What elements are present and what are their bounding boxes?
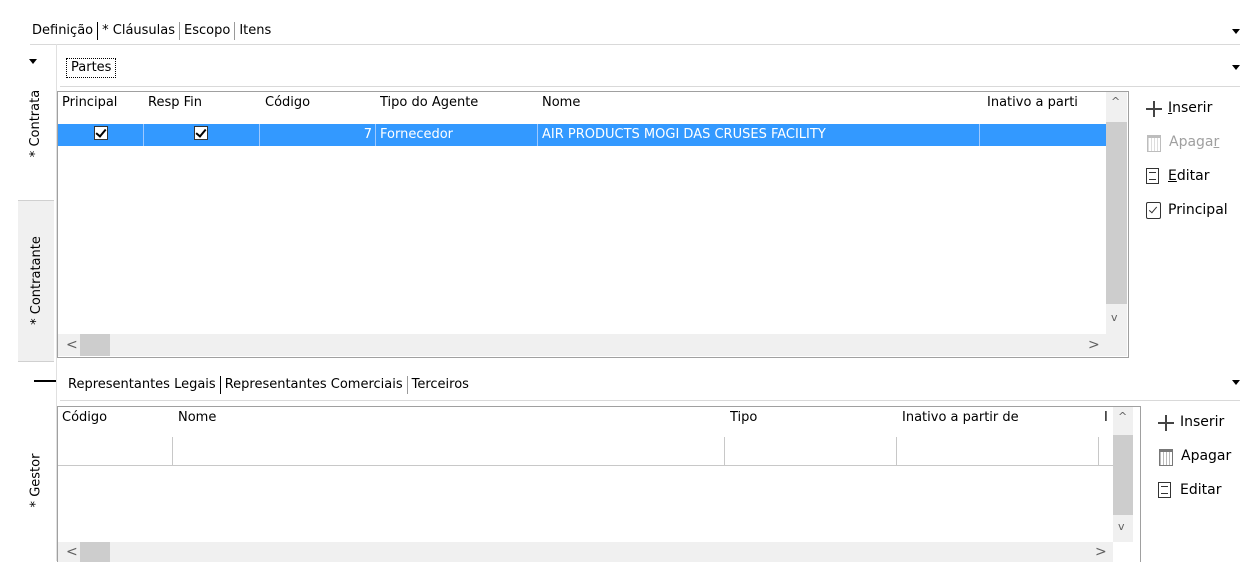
partes-grid-header: Principal Resp Fin Código Tipo do Agente…: [58, 92, 1106, 114]
representantes-vertical-scrollbar[interactable]: ^ v: [1113, 407, 1133, 542]
col-principal[interactable]: Principal: [62, 92, 142, 114]
col-resp-fin[interactable]: Resp Fin: [148, 92, 228, 114]
side-tab-gestor-label: * Gestor: [28, 453, 44, 507]
row-divider: [896, 437, 897, 465]
editar-label: ditar: [1176, 168, 1210, 184]
representantes-actions: Inserir Apagar Editar: [1156, 411, 1231, 513]
col-rep-inativo[interactable]: Inativo a partir de: [902, 407, 1082, 429]
table-row[interactable]: 7 Fornecedor AIR PRODUCTS MOGI DAS CRUSE…: [58, 124, 1106, 146]
rep-inserir-label: Inserir: [1180, 414, 1225, 430]
partes-tab-divider: [60, 86, 1240, 87]
rep-inserir-button[interactable]: Inserir: [1156, 411, 1231, 433]
scroll-down-icon[interactable]: v: [1111, 312, 1118, 324]
representantes-dropdown-icon[interactable]: [1232, 380, 1240, 385]
tab-definicao[interactable]: Definição: [30, 22, 99, 40]
cell-codigo: 7: [260, 124, 376, 146]
inserir-label: nserir: [1172, 100, 1213, 116]
col-tipo-agente[interactable]: Tipo do Agente: [380, 92, 530, 114]
partes-horizontal-scrollbar[interactable]: < >: [58, 334, 1106, 356]
tab-itens[interactable]: Itens: [234, 22, 275, 40]
inserir-button[interactable]: Inserir: [1144, 97, 1228, 119]
row-divider: [724, 437, 725, 465]
edit-document-icon: [1146, 168, 1159, 184]
apagar-button[interactable]: Apagar: [1144, 131, 1228, 153]
representantes-tab-strip: Representantes Legais Representantes Com…: [66, 374, 473, 396]
scroll-right-icon[interactable]: >: [1088, 338, 1100, 352]
side-tab-contratante[interactable]: * Contratante: [18, 205, 54, 355]
trash-icon: [1147, 134, 1161, 152]
tab-representantes-legais[interactable]: Representantes Legais: [66, 376, 221, 394]
rep-apagar-label: Apagar: [1181, 448, 1232, 464]
table-row[interactable]: [58, 437, 1113, 466]
tab-terceiros[interactable]: Terceiros: [406, 376, 473, 394]
plus-icon: [1144, 99, 1164, 117]
side-tab-gestor[interactable]: * Gestor: [18, 430, 54, 530]
representantes-grid-header: Código Nome Tipo Inativo a partir de I: [58, 407, 1118, 429]
partes-actions: Inserir Apagar Editar Principal: [1144, 97, 1228, 233]
col-codigo[interactable]: Código: [265, 92, 365, 114]
cell-inativo: [980, 124, 1106, 146]
side-tab-separator: [34, 380, 56, 382]
rep-editar-button[interactable]: Editar: [1156, 479, 1231, 501]
check-document-icon: [1146, 201, 1161, 219]
col-inativo[interactable]: Inativo a parti: [987, 92, 1105, 114]
side-tab-contrata[interactable]: * Contrata: [18, 68, 54, 178]
side-tab-dropdown-icon[interactable]: [29, 59, 37, 64]
partes-hscroll-thumb[interactable]: [80, 334, 110, 356]
cell-resp-fin[interactable]: [144, 124, 260, 146]
col-rep-tipo[interactable]: Tipo: [730, 407, 830, 429]
representantes-horizontal-scrollbar[interactable]: < >: [58, 542, 1113, 562]
tab-representantes-comerciais[interactable]: Representantes Comerciais: [221, 376, 407, 394]
row-divider: [1098, 437, 1099, 465]
partes-scroll-corner: [1106, 334, 1127, 356]
scroll-right-icon[interactable]: >: [1095, 545, 1107, 559]
partes-vscroll-thumb[interactable]: [1106, 122, 1127, 304]
row-divider: [172, 437, 173, 465]
cell-principal[interactable]: [58, 124, 144, 146]
partes-dropdown-icon[interactable]: [1232, 65, 1240, 70]
scroll-left-icon[interactable]: <: [66, 338, 78, 352]
representantes-hscroll-thumb[interactable]: [80, 542, 110, 562]
apagar-mnemonic: r: [1213, 134, 1220, 150]
principal-checkbox[interactable]: [93, 126, 108, 140]
cell-nome: AIR PRODUCTS MOGI DAS CRUSES FACILITY: [538, 124, 980, 146]
representantes-tab-divider: [60, 400, 1240, 401]
scroll-up-icon[interactable]: ^: [1118, 411, 1127, 423]
col-nome[interactable]: Nome: [542, 92, 742, 114]
tab-escopo[interactable]: Escopo: [179, 22, 234, 40]
top-tab-dropdown-icon[interactable]: [1232, 29, 1240, 34]
principal-label: Principal: [1168, 202, 1228, 218]
scroll-left-icon[interactable]: <: [66, 545, 78, 559]
side-tab-contratante-label: * Contratante: [28, 235, 44, 325]
cell-tipo: Fornecedor: [376, 124, 538, 146]
tab-partes[interactable]: Partes: [66, 58, 117, 78]
plus-icon: [1156, 413, 1176, 431]
top-tab-strip: Definição * Cláusulas Escopo Itens: [30, 20, 275, 42]
trash-icon: [1159, 448, 1173, 466]
top-tab-divider: [30, 44, 1240, 45]
side-tab-contrata-label: * Contrata: [28, 89, 44, 157]
col-rep-nome[interactable]: Nome: [178, 407, 378, 429]
principal-button[interactable]: Principal: [1144, 199, 1228, 221]
representantes-grid[interactable]: Código Nome Tipo Inativo a partir de I ^…: [57, 406, 1141, 562]
tab-clausulas[interactable]: * Cláusulas: [98, 22, 179, 40]
partes-grid[interactable]: Principal Resp Fin Código Tipo do Agente…: [57, 91, 1129, 358]
editar-button[interactable]: Editar: [1144, 165, 1228, 187]
apagar-label: Apaga: [1169, 134, 1214, 150]
editar-mnemonic: E: [1168, 168, 1177, 184]
scroll-up-icon[interactable]: ^: [1111, 96, 1120, 108]
edit-document-icon: [1158, 482, 1171, 498]
scroll-down-icon[interactable]: v: [1118, 521, 1125, 533]
resp-fin-checkbox[interactable]: [194, 126, 208, 140]
rep-apagar-button[interactable]: Apagar: [1156, 445, 1231, 467]
col-rep-codigo[interactable]: Código: [62, 407, 162, 429]
partes-vertical-scrollbar[interactable]: ^ v: [1106, 92, 1127, 334]
representantes-vscroll-thumb[interactable]: [1113, 435, 1133, 515]
rep-editar-label: Editar: [1180, 482, 1222, 498]
